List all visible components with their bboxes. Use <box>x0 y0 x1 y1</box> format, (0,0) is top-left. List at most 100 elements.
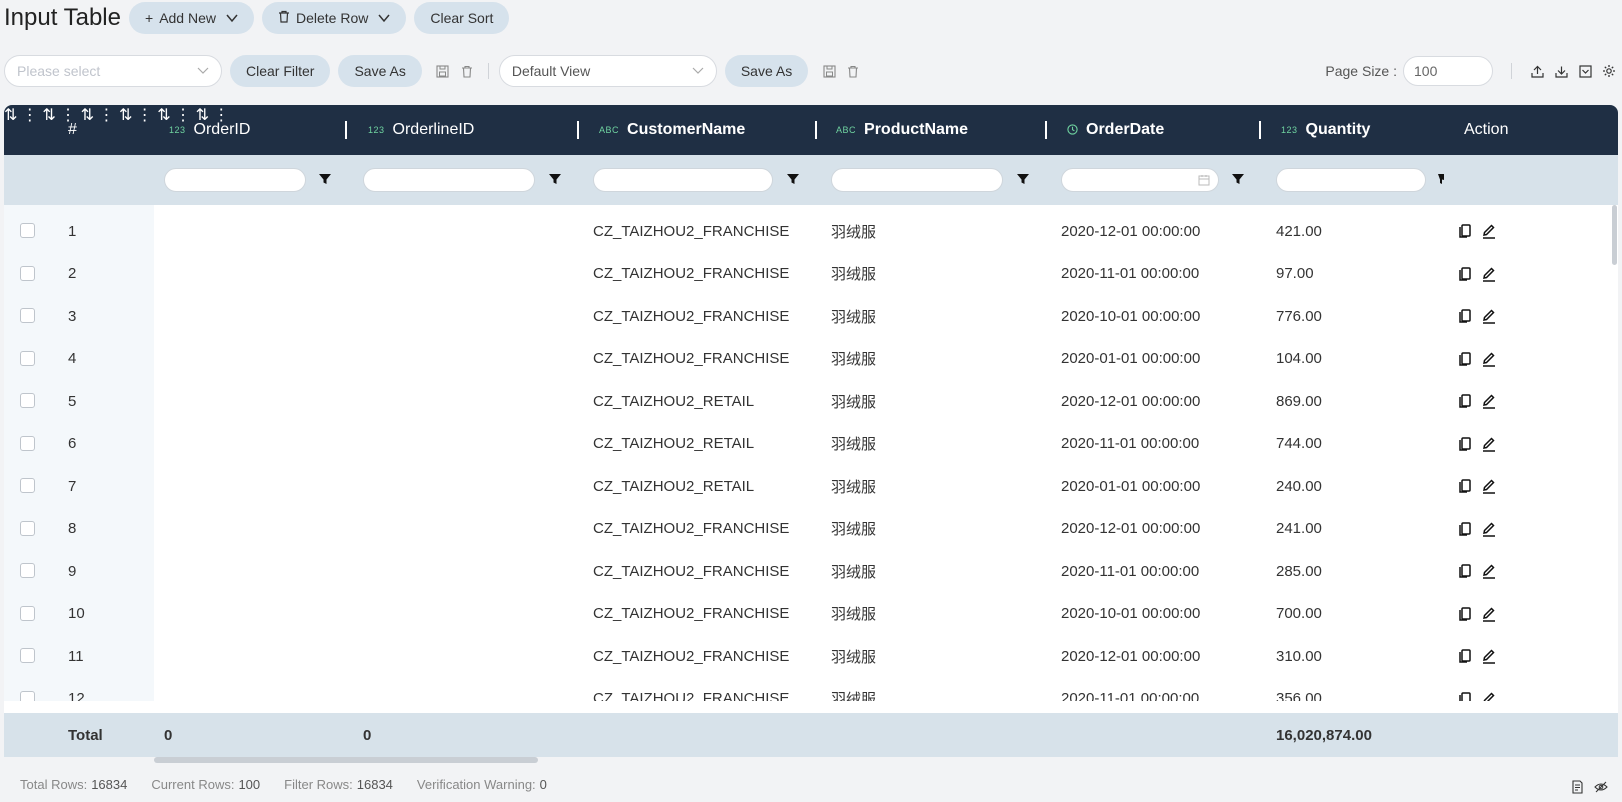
product-name-cell[interactable]: 羽绒服 <box>831 634 876 678</box>
table-row[interactable]: 9 CZ_TAIZHOU2_FRANCHISE 羽绒服 2020-11-01 00:0… <box>4 549 1618 593</box>
order-date-cell[interactable]: 2020-01-01 00:00:00 <box>1061 464 1200 508</box>
customer-name-cell[interactable]: CZ_TAIZHOU2_RETAIL <box>593 379 754 423</box>
edit-pencil-icon[interactable] <box>1480 690 1498 702</box>
upload-icon[interactable] <box>1526 60 1548 82</box>
edit-pencil-icon[interactable] <box>1480 222 1498 240</box>
copy-icon[interactable] <box>1456 562 1474 580</box>
edit-pencil-icon[interactable] <box>1480 605 1498 623</box>
column-header-quantity[interactable]: 123 Quantity <box>1281 105 1370 155</box>
row-checkbox[interactable] <box>20 690 35 701</box>
column-resize-handle[interactable] <box>815 121 817 139</box>
sort-icon[interactable]: ⇅ <box>4 107 17 124</box>
edit-pencil-icon[interactable] <box>1480 392 1498 410</box>
product-name-cell[interactable]: 羽绒服 <box>831 379 876 423</box>
column-header-orderid[interactable]: 123 OrderID <box>169 105 250 155</box>
table-row[interactable]: 10 CZ_TAIZHOU2_FRANCHISE 羽绒服 2020-10-01 00:… <box>4 592 1618 636</box>
column-resize-handle[interactable] <box>1259 121 1261 139</box>
clear-sort-button[interactable]: Clear Sort <box>414 2 510 34</box>
quantity-cell[interactable]: 700.00 <box>1276 592 1322 636</box>
save-as-view-button[interactable]: Save As <box>724 55 809 87</box>
product-name-cell[interactable]: 羽绒服 <box>831 422 876 466</box>
quantity-cell[interactable]: 869.00 <box>1276 379 1322 423</box>
copy-icon[interactable] <box>1456 435 1474 453</box>
quantity-cell[interactable]: 776.00 <box>1276 294 1322 338</box>
column-resize-handle[interactable] <box>577 121 579 139</box>
quantity-cell[interactable]: 310.00 <box>1276 634 1322 678</box>
order-date-cell[interactable]: 2020-12-01 00:00:00 <box>1061 507 1200 551</box>
order-date-cell[interactable]: 2020-11-01 00:00:00 <box>1061 549 1199 593</box>
order-date-cell[interactable]: 2020-12-01 00:00:00 <box>1061 209 1200 253</box>
table-row[interactable]: 6 CZ_TAIZHOU2_RETAIL 羽绒服 2020-11-01 00:00:0… <box>4 422 1618 466</box>
edit-pencil-icon[interactable] <box>1480 520 1498 538</box>
order-date-cell[interactable]: 2020-10-01 00:00:00 <box>1061 592 1200 636</box>
order-date-cell[interactable]: 2020-10-01 00:00:00 <box>1061 294 1200 338</box>
quantity-cell[interactable]: 744.00 <box>1276 422 1322 466</box>
table-row[interactable]: 4 CZ_TAIZHOU2_FRANCHISE 羽绒服 2020-01-01 00:0… <box>4 337 1618 381</box>
customer-name-cell[interactable]: CZ_TAIZHOU2_FRANCHISE <box>593 252 789 296</box>
quantity-filter-input[interactable] <box>1276 168 1426 192</box>
table-row[interactable]: 2 CZ_TAIZHOU2_FRANCHISE 羽绒服 2020-11-01 00:0… <box>4 252 1618 296</box>
download-icon[interactable] <box>1550 60 1572 82</box>
funnel-icon[interactable] <box>1438 172 1444 186</box>
order-date-cell[interactable]: 2020-11-01 00:00:00 <box>1061 252 1199 296</box>
horizontal-scrollbar[interactable] <box>154 757 538 763</box>
order-date-cell[interactable]: 2020-11-01 00:00:00 <box>1061 677 1199 701</box>
table-row[interactable]: 1 CZ_TAIZHOU2_FRANCHISE 羽绒服 2020-12-01 00:0… <box>4 209 1618 253</box>
orderdate-filter-input[interactable] <box>1061 168 1219 192</box>
column-header-customername[interactable]: ABC CustomerName <box>599 105 745 155</box>
document-check-icon[interactable] <box>1566 776 1588 798</box>
row-checkbox[interactable] <box>20 393 35 408</box>
row-checkbox[interactable] <box>20 605 35 621</box>
row-checkbox[interactable] <box>20 435 35 451</box>
copy-icon[interactable] <box>1456 392 1474 410</box>
vertical-scrollbar[interactable] <box>1612 205 1617 265</box>
order-date-cell[interactable]: 2020-12-01 00:00:00 <box>1061 634 1200 678</box>
orderid-filter-input[interactable] <box>164 168 306 192</box>
product-name-cell[interactable]: 羽绒服 <box>831 549 876 593</box>
funnel-icon[interactable] <box>1231 172 1245 186</box>
copy-icon[interactable] <box>1456 222 1474 240</box>
edit-pencil-icon[interactable] <box>1480 307 1498 325</box>
table-row[interactable]: 7 CZ_TAIZHOU2_RETAIL 羽绒服 2020-01-01 00:00:0… <box>4 464 1618 508</box>
table-row[interactable]: 8 CZ_TAIZHOU2_FRANCHISE 羽绒服 2020-12-01 00:0… <box>4 507 1618 551</box>
copy-icon[interactable] <box>1456 477 1474 495</box>
product-name-cell[interactable]: 羽绒服 <box>831 677 876 701</box>
productname-filter-input[interactable] <box>831 168 1003 192</box>
add-new-button[interactable]: + Add New <box>129 2 254 34</box>
funnel-icon[interactable] <box>786 172 800 186</box>
customername-filter-input[interactable] <box>593 168 773 192</box>
customer-name-cell[interactable]: CZ_TAIZHOU2_RETAIL <box>593 422 754 466</box>
filter-select[interactable]: Please select <box>4 55 222 87</box>
more-vertical-icon[interactable]: ⋮ <box>98 107 114 124</box>
column-header-orderdate[interactable]: OrderDate <box>1067 105 1164 155</box>
order-date-cell[interactable]: 2020-11-01 00:00:00 <box>1061 422 1199 466</box>
copy-icon[interactable] <box>1456 265 1474 283</box>
copy-icon[interactable] <box>1456 647 1474 665</box>
column-select-icon[interactable] <box>1574 60 1596 82</box>
row-checkbox[interactable] <box>20 520 35 536</box>
copy-icon[interactable] <box>1456 605 1474 623</box>
customer-name-cell[interactable]: CZ_TAIZHOU2_FRANCHISE <box>593 634 789 678</box>
customer-name-cell[interactable]: CZ_TAIZHOU2_FRANCHISE <box>593 677 789 701</box>
eye-off-icon[interactable] <box>1590 776 1612 798</box>
more-vertical-icon[interactable]: ⋮ <box>137 107 153 124</box>
delete-row-button[interactable]: Delete Row <box>262 2 407 34</box>
product-name-cell[interactable]: 羽绒服 <box>831 464 876 508</box>
page-size-input[interactable]: 100 <box>1403 56 1493 86</box>
row-checkbox[interactable] <box>20 350 35 366</box>
column-resize-handle[interactable] <box>345 121 347 139</box>
save-icon[interactable] <box>432 60 454 82</box>
trash-icon[interactable] <box>456 60 478 82</box>
row-checkbox[interactable] <box>20 265 35 281</box>
sort-icon[interactable]: ⇅ <box>42 107 55 124</box>
quantity-cell[interactable]: 421.00 <box>1276 209 1322 253</box>
more-vertical-icon[interactable]: ⋮ <box>22 107 38 124</box>
table-row[interactable]: 3 CZ_TAIZHOU2_FRANCHISE 羽绒服 2020-10-01 00:0… <box>4 294 1618 338</box>
settings-gear-icon[interactable] <box>1598 60 1620 82</box>
funnel-icon[interactable] <box>548 172 562 186</box>
quantity-cell[interactable]: 97.00 <box>1276 252 1314 296</box>
copy-icon[interactable] <box>1456 690 1474 702</box>
row-checkbox[interactable] <box>20 478 35 493</box>
row-checkbox[interactable] <box>20 563 35 578</box>
product-name-cell[interactable]: 羽绒服 <box>831 337 876 381</box>
